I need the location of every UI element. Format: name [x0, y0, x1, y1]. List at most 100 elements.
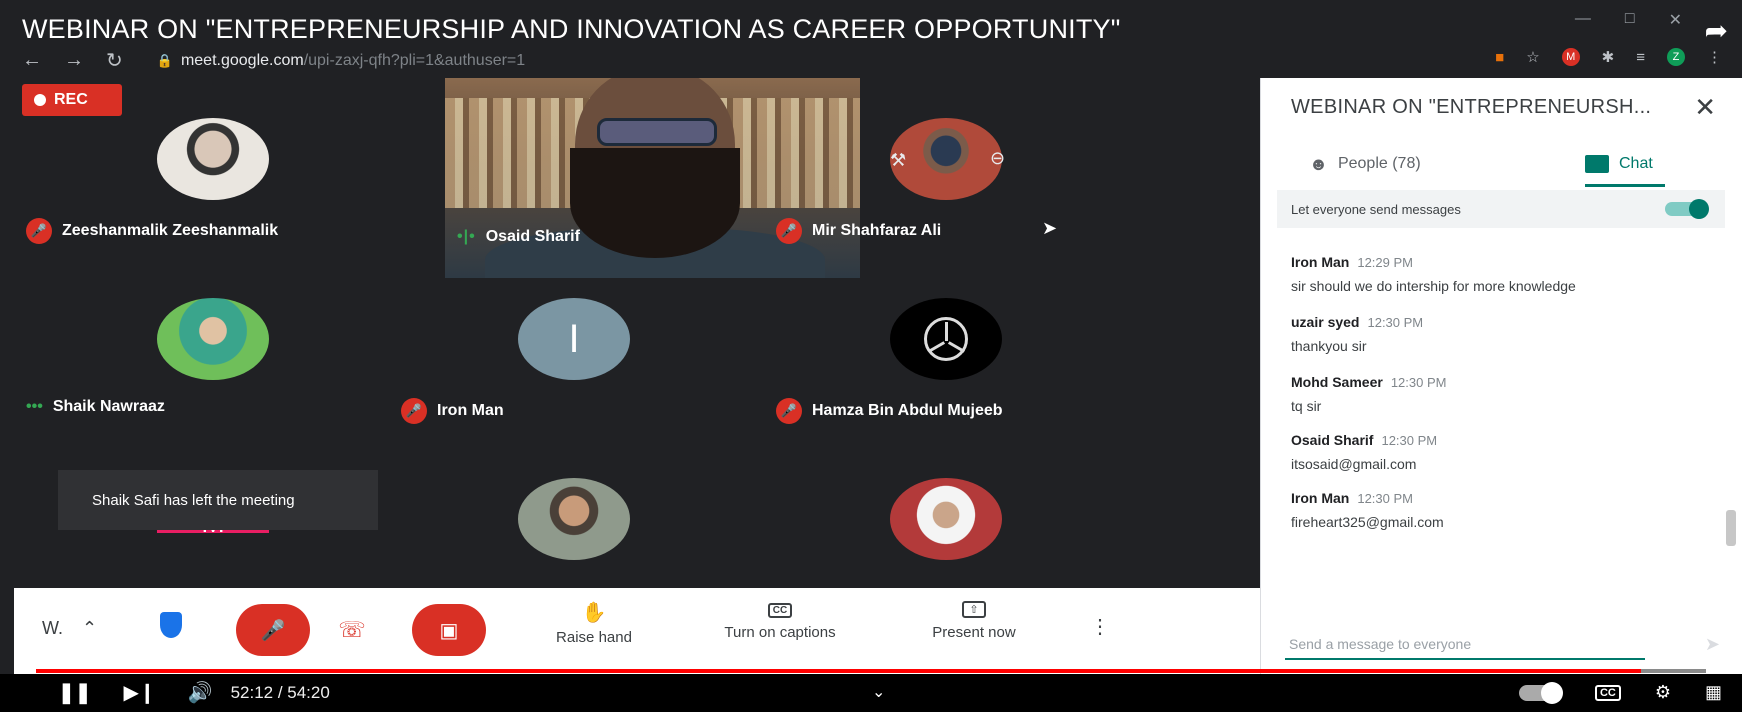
next-icon[interactable]: ▶❙ — [124, 680, 156, 705]
mic-off-icon: 🎤 — [401, 398, 427, 424]
mic-off-icon: 🎤 — [776, 398, 802, 424]
message-sender: uzair syed — [1291, 314, 1360, 330]
rec-label: REC — [54, 91, 88, 108]
present-label: Present now — [932, 624, 1016, 641]
chat-message: Osaid Sharif 12:30 PM itsosaid@gmail.com — [1291, 432, 1437, 472]
screen: WEBINAR ON "ENTREPRENEURSHIP AND INNOVAT… — [0, 0, 1742, 712]
avatar-letter: I — [568, 316, 580, 361]
chat-permission-toggle[interactable] — [1665, 199, 1713, 219]
message-time: 12:29 PM — [1357, 255, 1413, 270]
camera-off-icon: ▣ — [439, 619, 459, 642]
pause-icon[interactable]: ❚❚ — [58, 680, 92, 705]
message-sender: Osaid Sharif — [1291, 432, 1374, 448]
message-sender: Mohd Sameer — [1291, 374, 1383, 390]
mic-toggle-button[interactable]: 🎤 — [236, 604, 310, 656]
captions-label: Turn on captions — [724, 624, 836, 641]
participant-name-row: 🎤 Zeeshanmalik Zeeshanmalik — [26, 218, 278, 244]
mouse-cursor-icon: ➤ — [1042, 218, 1058, 238]
hand-icon: ✋ — [581, 602, 607, 624]
extension-m-icon[interactable]: M — [1561, 48, 1580, 66]
participant-name: Osaid Sharif — [485, 228, 580, 245]
mic-off-icon: 🎤 — [260, 619, 286, 642]
recording-badge: REC — [22, 84, 122, 116]
message-body: fireheart325@gmail.com — [1291, 514, 1444, 530]
message-body: tq sir — [1291, 398, 1322, 414]
meeting-details-button[interactable]: W. ⌃ — [42, 618, 97, 639]
captions-button[interactable]: CC Turn on captions — [710, 600, 850, 641]
active-tab-indicator — [1585, 184, 1665, 187]
avatar — [157, 118, 269, 200]
reload-icon[interactable]: ↻ — [106, 48, 123, 73]
chat-permission-row: Let everyone send messages — [1277, 190, 1725, 228]
tab-people[interactable]: ☻ People (78) — [1309, 144, 1421, 184]
settings-gear-icon[interactable]: ⚙ — [1655, 682, 1671, 703]
volume-icon[interactable]: 🔊 — [188, 680, 213, 705]
address-bar[interactable]: 🔒 meet.google.com/upi-zaxj-qfh?pli=1&aut… — [157, 52, 525, 70]
bookmark-star-icon[interactable]: ☆ — [1526, 48, 1539, 66]
participant-name-row: 🎤 Hamza Bin Abdul Mujeeb — [776, 398, 1003, 424]
camera-blocked-icon[interactable]: ■ — [1495, 49, 1504, 66]
participant-name-row: 🎤 Mir Shahfaraz Ali — [776, 218, 941, 244]
panel-tabs: ☻ People (78) Chat — [1261, 144, 1742, 188]
leave-call-button[interactable]: ☏ — [322, 608, 382, 652]
participant-name: Mir Shahfaraz Ali — [812, 222, 942, 239]
present-button[interactable]: ⇧ Present now — [914, 600, 1034, 641]
chat-panel: WEBINAR ON "ENTREPRENEURSH... ✕ ☻ People… — [1260, 78, 1742, 674]
mic-off-icon: 🎤 — [776, 218, 802, 244]
avatar — [157, 298, 269, 380]
speaker-video[interactable]: •|• Osaid Sharif — [445, 78, 860, 278]
maximize-icon[interactable]: □ — [1625, 10, 1635, 30]
message-sender: Iron Man — [1291, 490, 1350, 506]
meeting-short-title: W. — [42, 618, 63, 638]
close-panel-icon[interactable]: ✕ — [1694, 92, 1716, 123]
participant-name-row: 🎤 Iron Man — [401, 398, 504, 424]
camera-toggle-button[interactable]: ▣ — [412, 604, 486, 656]
player-right-controls: CC ⚙ ▦ — [1518, 681, 1722, 704]
people-icon: ☻ — [1309, 153, 1328, 174]
profile-avatar[interactable]: Z — [1667, 48, 1685, 66]
menu-kebab-icon[interactable]: ⋮ — [1707, 48, 1722, 66]
remove-icon[interactable]: ⊖ — [990, 148, 1005, 169]
subtitles-icon[interactable]: CC — [1594, 684, 1621, 701]
share-icon[interactable]: ➦ — [1705, 14, 1728, 47]
chevron-down-icon[interactable]: ⌄ — [872, 682, 885, 702]
tab-chat[interactable]: Chat — [1585, 144, 1653, 184]
mic-off-icon: 🎤 — [26, 218, 52, 244]
raise-hand-button[interactable]: ✋ Raise hand — [554, 600, 634, 646]
participant-name-row: ••• Shaik Nawraaz — [26, 398, 165, 416]
video-time: 52:12 / 54:20 — [230, 682, 330, 702]
window-controls: — □ ✕ — [1575, 10, 1682, 30]
panel-title: WEBINAR ON "ENTREPRENEURSH... — [1291, 96, 1652, 118]
forward-icon[interactable]: → — [64, 49, 84, 72]
exit-fullscreen-icon[interactable]: ▦ — [1705, 682, 1722, 703]
toggle-label: Let everyone send messages — [1291, 201, 1461, 217]
record-dot-icon — [34, 94, 46, 106]
participant-grid: REC 🎤 Zeeshanmalik Zeeshanmalik •|• Osai… — [14, 78, 1260, 588]
participant-name: Zeeshanmalik Zeeshanmalik — [62, 222, 279, 239]
shield-icon[interactable] — [160, 612, 182, 638]
message-time: 12:30 PM — [1357, 491, 1413, 506]
chevron-up-icon: ⌃ — [82, 618, 98, 638]
tab-people-label: People (78) — [1337, 155, 1421, 172]
chat-message-input[interactable]: Send a message to everyone — [1285, 630, 1645, 660]
extensions-puzzle-icon[interactable]: ✱ — [1602, 48, 1615, 66]
mercedes-logo-icon — [924, 317, 968, 361]
message-time: 12:30 PM — [1381, 433, 1438, 448]
video-progress-fill — [36, 669, 1641, 673]
send-icon[interactable]: ➤ — [1705, 634, 1720, 655]
url-host: meet.google.com — [180, 51, 304, 69]
extension-icons: ■ ☆ M ✱ ≡ Z ⋮ — [1495, 48, 1722, 66]
pin-icon[interactable]: ⚒ — [890, 150, 906, 171]
chat-scrollbar[interactable] — [1726, 510, 1736, 546]
present-icon: ⇧ — [962, 601, 986, 618]
more-options-icon[interactable]: ⋮ — [1090, 614, 1110, 639]
close-window-icon[interactable]: ✕ — [1669, 10, 1682, 30]
autoplay-toggle[interactable] — [1518, 681, 1563, 704]
browser-chrome: WEBINAR ON "ENTREPRENEURSHIP AND INNOVAT… — [0, 0, 1742, 78]
chat-message: Iron Man 12:29 PM sir should we do inters… — [1291, 254, 1576, 294]
avatar — [890, 478, 1002, 560]
minimize-icon[interactable]: — — [1575, 10, 1591, 30]
media-controls-icon[interactable]: ≡ — [1636, 49, 1645, 66]
back-icon[interactable]: ← — [22, 49, 42, 72]
window-title: WEBINAR ON "ENTREPRENEURSHIP AND INNOVAT… — [22, 14, 1121, 44]
